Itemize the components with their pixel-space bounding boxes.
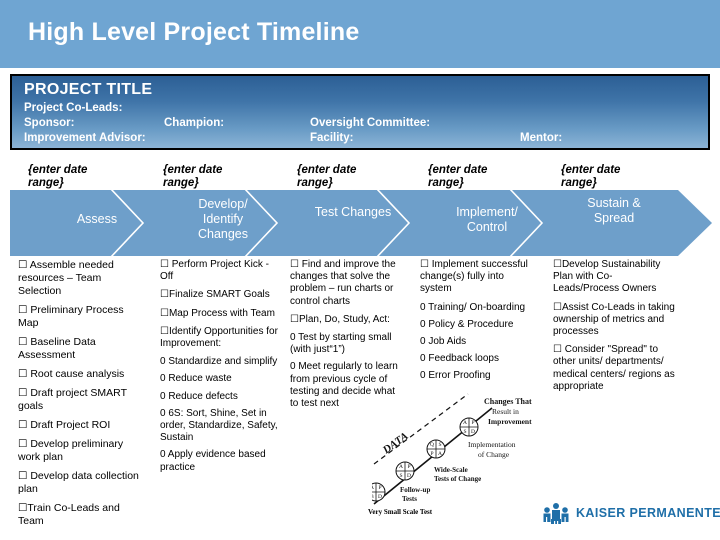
svg-text:Q: Q <box>430 442 434 448</box>
svg-text:P: P <box>430 451 433 457</box>
date-range-label-implement: {enter date range} <box>428 164 488 189</box>
list-item: 0 Standardize and simplify <box>160 356 278 368</box>
list-item: ☐Plan, Do, Study, Act: <box>290 313 390 325</box>
checklist-column-implement: ☐ Implement successful change(s) fully i… <box>420 259 534 388</box>
svg-text:Result in: Result in <box>492 407 519 416</box>
svg-text:Tests of Change: Tests of Change <box>434 475 481 483</box>
list-item: 0 Apply evidence based practice <box>160 449 266 473</box>
svg-text:A: A <box>463 420 467 426</box>
list-item: ☐ Root cause analysis <box>18 368 125 380</box>
list-item: 0 Reduce waste <box>160 373 232 385</box>
oversight-committee-label: Oversight Committee: <box>310 117 431 129</box>
list-item: 0 Feedback loops <box>420 353 499 365</box>
phase-label-assess: Assess <box>76 212 118 226</box>
checklist-column-assess: ☐ Assemble needed resources – Team Selec… <box>18 259 144 534</box>
list-item: ☐ Consider "Spread" to other units/ depa… <box>553 344 675 392</box>
list-item: ☐ Draft project SMART goals <box>18 387 127 412</box>
pdsa-data-label: DATA <box>380 430 411 457</box>
list-item: ☐Assist Co-Leads in taking ownership of … <box>553 301 675 338</box>
svg-text:A: A <box>372 485 374 491</box>
list-item: 0 Reduce defects <box>160 390 238 402</box>
kp-wordmark: KAISER PERMANENTE® <box>576 506 720 520</box>
project-title-label: PROJECT TITLE <box>24 81 153 98</box>
svg-text:P: P <box>407 464 410 470</box>
checklist-column-develop: ☐ Perform Project Kick -Off ☐Finalize SM… <box>160 259 278 479</box>
list-item: 0 Error Proofing <box>420 370 491 382</box>
list-item: ☐Identify Opportunities for Improvement: <box>160 325 278 350</box>
svg-text:B: B <box>372 494 374 500</box>
phase-label-develop: Develop/ Identify Changes <box>197 197 249 241</box>
svg-text:A: A <box>399 464 403 470</box>
pdsa-annotation-implementation: Implementation <box>468 440 516 449</box>
kp-brand-text: KAISER PERMANENTE <box>576 506 720 520</box>
slide-header-band: High Level Project Timeline <box>0 0 720 68</box>
mentor-label: Mentor: <box>520 132 563 144</box>
checklist-column-sustain: ☐Develop Sustainability Plan with Co-Lea… <box>553 259 675 399</box>
list-item: ☐Map Process with Team <box>160 307 275 319</box>
page-title: High Level Project Timeline <box>28 18 360 46</box>
svg-text:S: S <box>463 429 466 435</box>
list-item: 0 Test by starting small (with just“1”) <box>290 332 392 356</box>
list-item: ☐ Perform Project Kick -Off <box>160 259 269 283</box>
champion-label: Champion: <box>164 117 225 129</box>
list-item: 0 Policy & Procedure <box>420 318 514 330</box>
date-range-label-sustain: {enter date range} <box>561 164 621 189</box>
kaiser-permanente-logo: KAISER PERMANENTE® <box>540 502 720 528</box>
list-item: ☐Finalize SMART Goals <box>160 289 270 301</box>
svg-text:Tests: Tests <box>402 495 417 503</box>
facility-label: Facility: <box>310 132 354 144</box>
svg-text:S: S <box>399 473 402 479</box>
list-item: ☐ Assemble needed resources – Team Selec… <box>18 259 114 297</box>
list-item: 0 Training/ On-boarding <box>420 301 526 313</box>
svg-text:D: D <box>378 494 382 500</box>
pdsa-annotation-very-small-scale: Very Small Scale Test <box>368 508 438 517</box>
svg-text:D: D <box>407 473 411 479</box>
svg-text:of Change: of Change <box>478 450 510 459</box>
project-info-box: PROJECT TITLE Project Co-Leads: Sponsor:… <box>10 74 710 150</box>
list-item: ☐ Find and improve the changes that solv… <box>290 259 396 307</box>
improvement-advisor-label: Improvement Advisor: <box>24 132 146 144</box>
pdsa-annotation-changes: Changes That <box>484 397 532 406</box>
phase-label-sustain: Sustain & Spread <box>587 196 641 225</box>
phase-label-implement: Implement/ Control <box>456 205 518 234</box>
list-item: 0 6S: Sort, Shine, Set in order, Standar… <box>160 407 278 444</box>
svg-text:D: D <box>471 429 475 435</box>
list-item: ☐ Implement successful change(s) fully i… <box>420 259 528 295</box>
date-range-label-assess: {enter date range} <box>28 164 88 189</box>
list-item: ☐Develop Sustainability Plan with Co-Lea… <box>553 259 661 295</box>
date-range-label-develop: {enter date range} <box>163 164 223 189</box>
svg-text:P: P <box>471 420 474 426</box>
svg-text:P: P <box>378 485 381 491</box>
list-item: ☐ Develop preliminary work plan <box>18 438 124 463</box>
list-item: ☐ Draft Project ROI <box>18 419 111 431</box>
pdsa-very-small-text: Very Small Scale Test <box>368 508 433 516</box>
svg-text:S: S <box>438 442 441 448</box>
sponsor-label: Sponsor: <box>24 117 75 129</box>
pdsa-ramp-diagram: DATA AP BD AP SD QS PA AP SD Changes Tha <box>366 392 548 510</box>
date-range-label-test: {enter date range} <box>297 164 357 189</box>
svg-text:A: A <box>438 451 442 457</box>
kp-people-icon <box>543 503 569 526</box>
list-item: ☐Train Co-Leads and Team <box>18 502 120 527</box>
list-item: 0 Job Aids <box>420 336 467 348</box>
pdsa-annotation-wide: Wide-Scale <box>434 466 468 474</box>
project-co-leads-label: Project Co-Leads: <box>24 102 123 114</box>
svg-text:Improvement: Improvement <box>488 417 532 426</box>
list-item: ☐ Baseline Data Assessment <box>18 336 96 361</box>
phase-label-test: Test Changes <box>314 205 392 219</box>
list-item: ☐ Preliminary Process Map <box>18 304 124 329</box>
pdsa-annotation-followup: Follow-up <box>400 486 430 494</box>
list-item: ☐ Develop data collection plan <box>18 470 139 495</box>
